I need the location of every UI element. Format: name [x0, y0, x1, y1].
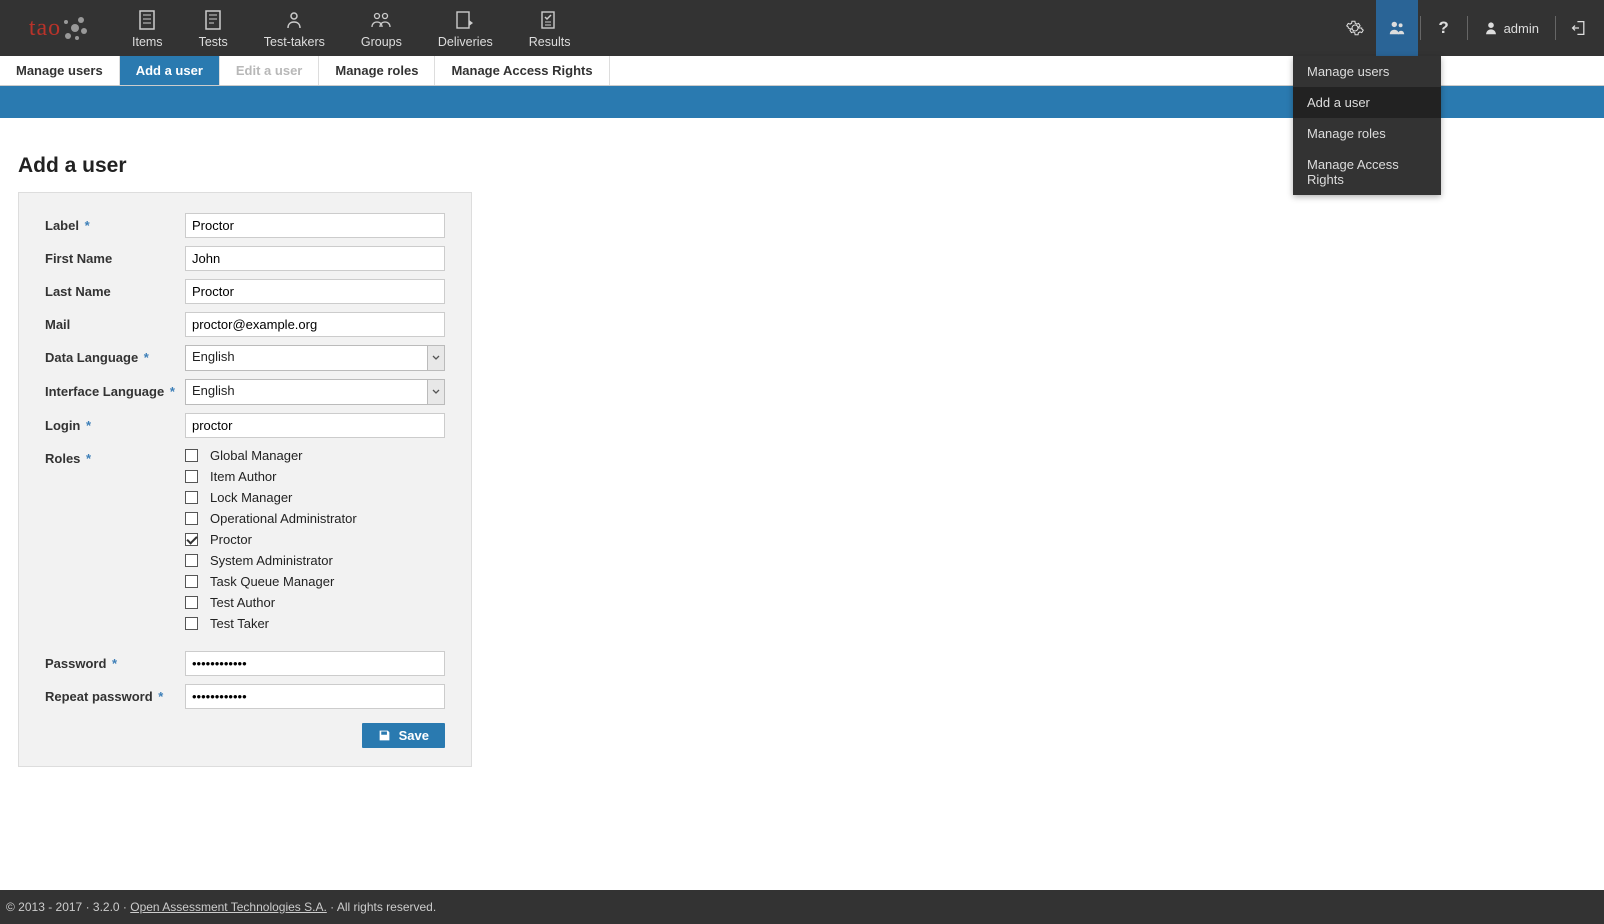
- logout-icon: [1571, 20, 1587, 36]
- nav-label: Test-takers: [264, 35, 325, 49]
- data-language-select[interactable]: English: [185, 345, 445, 371]
- save-icon: [378, 729, 391, 742]
- repeat-password-input[interactable]: [185, 684, 445, 709]
- checkbox[interactable]: [185, 491, 198, 504]
- settings-button[interactable]: [1334, 0, 1376, 56]
- person-icon: [284, 10, 304, 30]
- logout-button[interactable]: [1558, 0, 1600, 56]
- chevron-down-icon: [427, 380, 444, 404]
- chevron-down-icon: [427, 346, 444, 370]
- label-label: Label *: [45, 213, 185, 233]
- checkbox[interactable]: [185, 533, 198, 546]
- tab-manage-access[interactable]: Manage Access Rights: [435, 56, 609, 85]
- delivery-icon: [455, 10, 475, 30]
- results-icon: [540, 10, 560, 30]
- footer-copyright: © 2013 - 2017 · 3.2.0 ·: [6, 900, 130, 914]
- users-icon: [1388, 19, 1406, 37]
- nav-label: Items: [132, 35, 163, 49]
- nav-label: Groups: [361, 35, 402, 49]
- tab-manage-roles[interactable]: Manage roles: [319, 56, 435, 85]
- role-test-author[interactable]: Test Author: [185, 595, 445, 610]
- checkbox[interactable]: [185, 449, 198, 462]
- label-mail: Mail: [45, 312, 185, 332]
- footer: © 2013 - 2017 · 3.2.0 · Open Assessment …: [0, 890, 1604, 924]
- nav-test-takers[interactable]: Test-takers: [246, 0, 343, 56]
- add-user-form: Label * First Name Last Name Mail Data L…: [18, 192, 472, 767]
- gear-icon: [1346, 19, 1364, 37]
- nav-label: Deliveries: [438, 35, 493, 49]
- people-icon: [370, 10, 392, 30]
- logo-dots-icon: [61, 14, 89, 42]
- nav-results[interactable]: Results: [511, 0, 589, 56]
- role-system-admin[interactable]: System Administrator: [185, 553, 445, 568]
- role-operational-admin[interactable]: Operational Administrator: [185, 511, 445, 526]
- document-icon: [204, 10, 222, 30]
- password-input[interactable]: [185, 651, 445, 676]
- nav-deliveries[interactable]: Deliveries: [420, 0, 511, 56]
- footer-suffix: · All rights reserved.: [327, 900, 436, 914]
- dropdown-item-add-user[interactable]: Add a user: [1293, 87, 1441, 118]
- label-repeat-password: Repeat password *: [45, 684, 185, 704]
- login-input[interactable]: [185, 413, 445, 438]
- dropdown-item-manage-access[interactable]: Manage Access Rights: [1293, 149, 1441, 195]
- interface-language-select[interactable]: English: [185, 379, 445, 405]
- document-icon: [138, 10, 156, 30]
- topbar: tao Items Tests Test-takers Groups: [0, 0, 1604, 56]
- divider: [1420, 16, 1421, 40]
- users-menu-button[interactable]: [1376, 0, 1418, 56]
- checkbox[interactable]: [185, 554, 198, 567]
- nav-items[interactable]: Items: [114, 0, 181, 56]
- tab-manage-users[interactable]: Manage users: [0, 56, 120, 85]
- footer-link[interactable]: Open Assessment Technologies S.A.: [130, 900, 327, 914]
- dropdown-item-manage-roles[interactable]: Manage roles: [1293, 118, 1441, 149]
- role-test-taker[interactable]: Test Taker: [185, 616, 445, 631]
- label-interface-language: Interface Language *: [45, 379, 185, 399]
- role-item-author[interactable]: Item Author: [185, 469, 445, 484]
- username-label: admin: [1504, 21, 1539, 36]
- person-icon: [1484, 21, 1498, 35]
- save-button[interactable]: Save: [362, 723, 445, 748]
- help-icon: ?: [1438, 18, 1448, 38]
- label-first-name: First Name: [45, 246, 185, 266]
- nav-label: Results: [529, 35, 571, 49]
- label-password: Password *: [45, 651, 185, 671]
- divider: [1555, 16, 1556, 40]
- role-global-manager[interactable]: Global Manager: [185, 448, 445, 463]
- tab-add-user[interactable]: Add a user: [120, 56, 220, 85]
- users-dropdown: Manage users Add a user Manage roles Man…: [1293, 56, 1441, 195]
- role-lock-manager[interactable]: Lock Manager: [185, 490, 445, 505]
- label-input[interactable]: [185, 213, 445, 238]
- last-name-input[interactable]: [185, 279, 445, 304]
- nav-groups[interactable]: Groups: [343, 0, 420, 56]
- user-menu[interactable]: admin: [1470, 0, 1553, 56]
- checkbox[interactable]: [185, 617, 198, 630]
- content-area: Add a user Label * First Name Last Name …: [0, 118, 1604, 785]
- label-last-name: Last Name: [45, 279, 185, 299]
- checkbox[interactable]: [185, 596, 198, 609]
- first-name-input[interactable]: [185, 246, 445, 271]
- checkbox[interactable]: [185, 470, 198, 483]
- roles-list: Global Manager Item Author Lock Manager …: [185, 446, 445, 631]
- dropdown-item-manage-users[interactable]: Manage users: [1293, 56, 1441, 87]
- divider: [1467, 16, 1468, 40]
- mail-input[interactable]: [185, 312, 445, 337]
- label-data-language: Data Language *: [45, 345, 185, 365]
- brand-logo[interactable]: tao: [4, 14, 114, 42]
- checkbox[interactable]: [185, 575, 198, 588]
- help-button[interactable]: ?: [1423, 0, 1465, 56]
- tab-edit-user: Edit a user: [220, 56, 319, 85]
- label-login: Login *: [45, 413, 185, 433]
- label-roles: Roles *: [45, 446, 185, 466]
- nav-tests[interactable]: Tests: [181, 0, 246, 56]
- nav-label: Tests: [199, 35, 228, 49]
- role-task-queue-manager[interactable]: Task Queue Manager: [185, 574, 445, 589]
- checkbox[interactable]: [185, 512, 198, 525]
- role-proctor[interactable]: Proctor: [185, 532, 445, 547]
